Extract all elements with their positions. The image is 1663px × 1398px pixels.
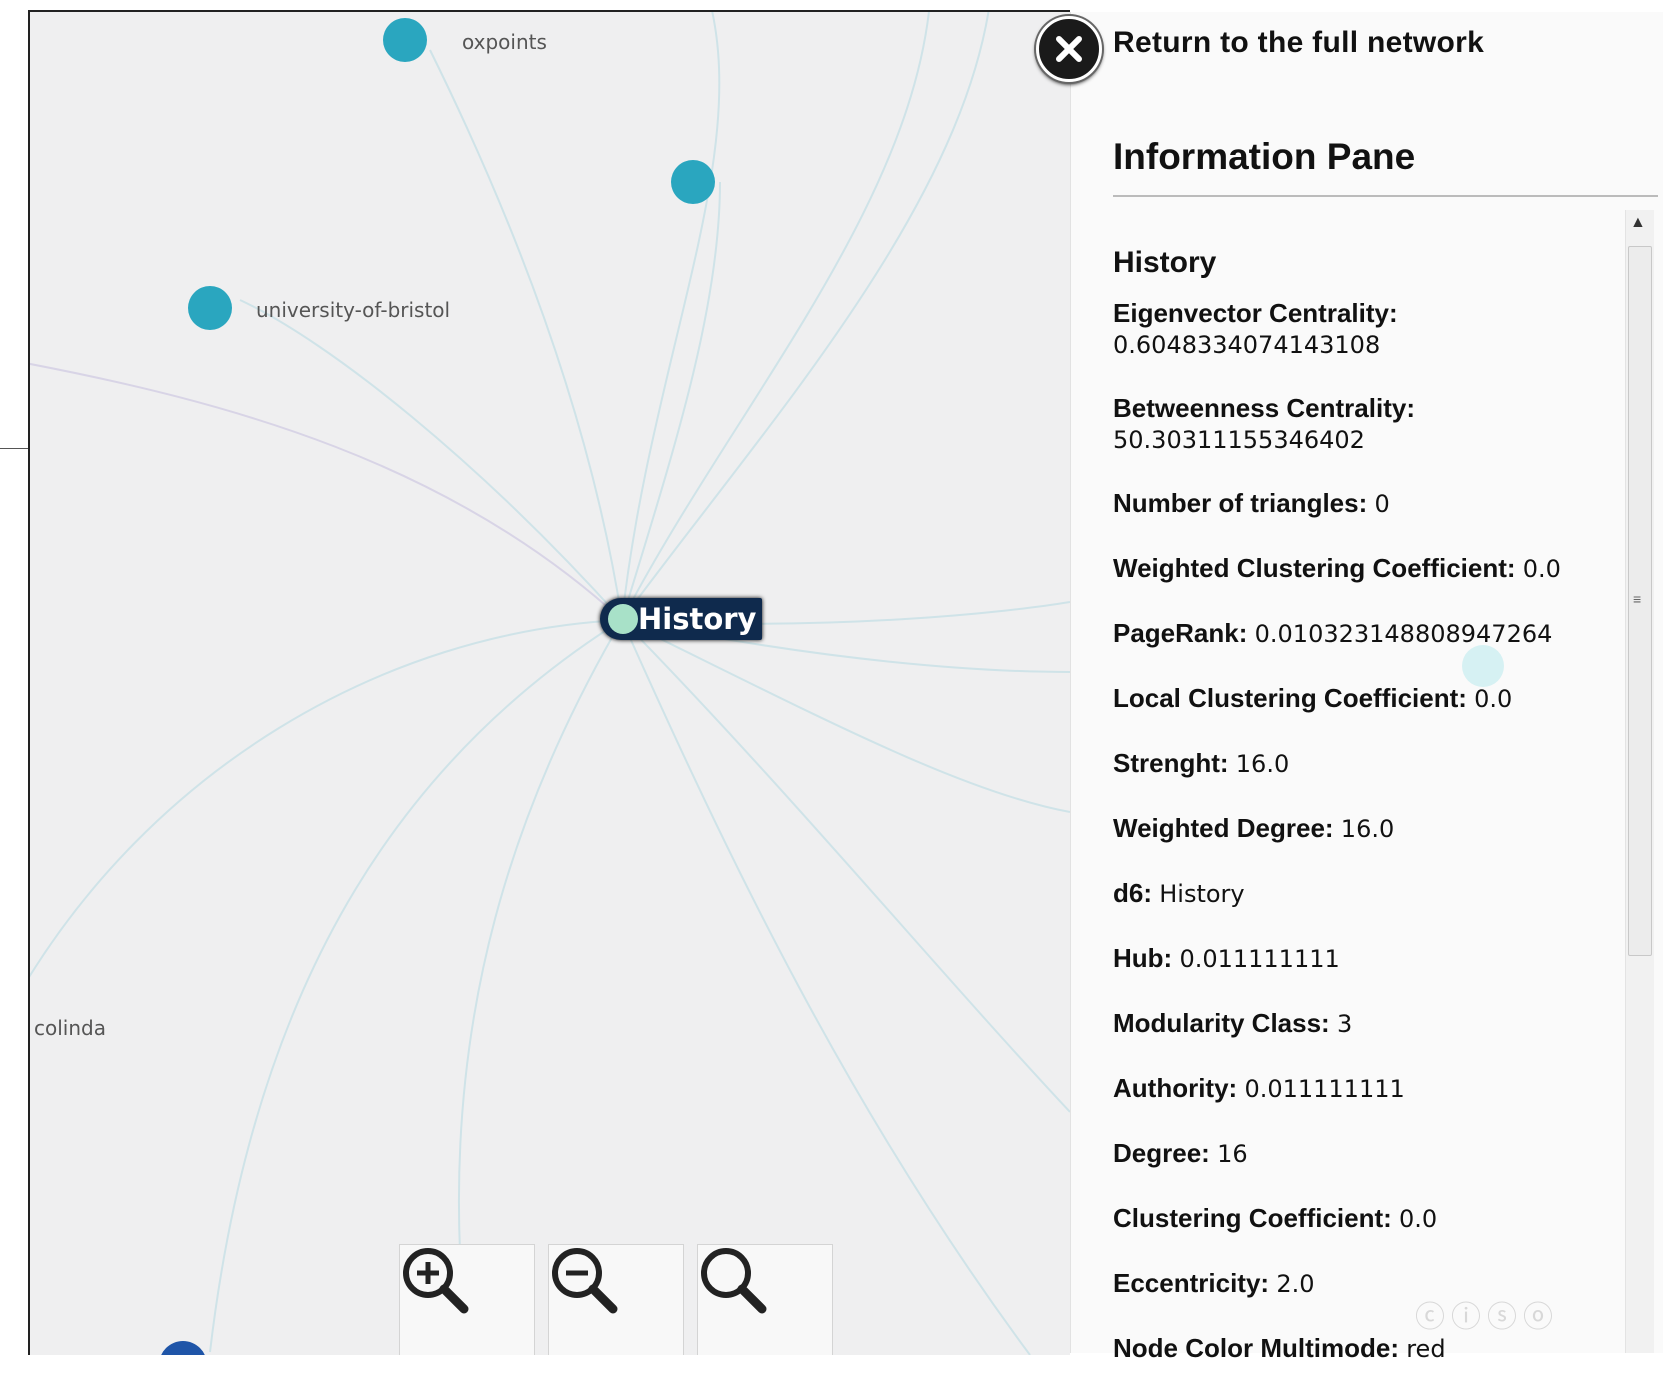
attribute-key: Clustering Coefficient:	[1113, 1203, 1392, 1233]
attribute-value: 16	[1217, 1140, 1248, 1168]
zoom-in-icon	[403, 1248, 469, 1314]
close-icon	[1056, 36, 1082, 62]
close-button[interactable]	[1036, 16, 1102, 82]
attribute-row: Modularity Class: 3	[1113, 1008, 1613, 1073]
zoom-reset-icon	[701, 1248, 767, 1314]
node-label-oxpoints: oxpoints	[462, 30, 547, 54]
attribute-row: PageRank: 0.010323148808947264	[1113, 618, 1613, 683]
node-label-university-of-bristol: university-of-bristol	[256, 298, 451, 322]
scrollbar-grip-icon: ≡	[1633, 591, 1642, 607]
edge	[30, 619, 623, 978]
attribute-key: Number of triangles:	[1113, 488, 1368, 518]
graph-node-oxpoints[interactable]	[383, 18, 427, 62]
focus-node[interactable]	[608, 604, 638, 634]
attribute-key: Local Clustering Coefficient:	[1113, 683, 1467, 713]
attribute-value: 0.6048334074143108	[1113, 331, 1381, 359]
graph-edges	[30, 12, 1070, 1355]
attribute-key: Strenght:	[1113, 748, 1229, 778]
edge	[30, 362, 623, 621]
attribute-row: Degree: 16	[1113, 1138, 1613, 1203]
cc-license-icon: ⓒⓘⓢⓞ	[1415, 1300, 1559, 1335]
node-attribute-list: History Eigenvector Centrality: 0.604833…	[1113, 246, 1613, 1398]
background-page	[0, 0, 30, 1353]
background-divider	[0, 448, 30, 449]
attribute-key: Node Color Multimode:	[1113, 1333, 1399, 1363]
attribute-row: d6: History	[1113, 878, 1613, 943]
attribute-row: Node Color Multimode: red	[1113, 1333, 1613, 1398]
zoom-reset-button[interactable]	[697, 1244, 833, 1355]
attribute-value: 16.0	[1235, 750, 1290, 778]
attribute-value: 0.0	[1474, 685, 1513, 713]
attribute-row: Weighted Clustering Coefficient: 0.0	[1113, 553, 1613, 618]
attribute-row: Hub: 0.011111111	[1113, 943, 1613, 1008]
attribute-key: Hub:	[1113, 943, 1173, 973]
attribute-value: 0.010323148808947264	[1254, 620, 1553, 648]
attribute-key: Weighted Degree:	[1113, 813, 1334, 843]
attribute-row: Authority: 0.011111111	[1113, 1073, 1613, 1138]
edge	[429, 49, 623, 621]
pane-title: Information Pane	[1113, 136, 1416, 177]
edge	[457, 619, 623, 1253]
attribute-value: 0.011111111	[1179, 945, 1340, 973]
zoom-in-button[interactable]	[399, 1244, 535, 1355]
attribute-key: Modularity Class:	[1113, 1008, 1330, 1038]
attribute-value: 2.0	[1276, 1270, 1315, 1298]
attribute-key: Degree:	[1113, 1138, 1210, 1168]
network-graph-canvas[interactable]: oxpoints university-of-bristol colinda H…	[28, 10, 1070, 1355]
edge	[621, 619, 1070, 813]
attribute-row: Weighted Degree: 16.0	[1113, 813, 1613, 878]
node-label-colinda: colinda	[34, 1016, 106, 1040]
scroll-up-arrow[interactable]: ▲	[1630, 214, 1646, 232]
return-to-network-link[interactable]: Return to the full network	[1113, 26, 1484, 60]
attribute-key: d6:	[1113, 878, 1152, 908]
attribute-value: red	[1406, 1335, 1446, 1363]
attribute-value: 0	[1374, 490, 1390, 518]
attribute-value: 50.30311155346402	[1113, 426, 1365, 454]
attribute-value: 3	[1336, 1010, 1353, 1038]
edge	[621, 619, 1070, 1113]
attribute-value: 0.011111111	[1244, 1075, 1405, 1103]
edge	[209, 619, 623, 1353]
attribute-key: Eccentricity:	[1113, 1268, 1270, 1298]
attribute-value: History	[1159, 880, 1245, 908]
edge	[621, 12, 930, 621]
attribute-value: 0.0	[1522, 555, 1561, 583]
graph-node-university-of-bristol[interactable]	[188, 286, 232, 330]
attribute-value: 16.0	[1340, 815, 1395, 843]
graph-node[interactable]	[671, 160, 715, 204]
zoom-out-icon	[552, 1248, 618, 1314]
attribute-row: Clustering Coefficient: 0.0	[1113, 1203, 1613, 1268]
attribute-key: Weighted Clustering Coefficient:	[1113, 553, 1516, 583]
attribute-key: Authority:	[1113, 1073, 1238, 1103]
zoom-out-button[interactable]	[548, 1244, 684, 1355]
attribute-row: Strenght: 16.0	[1113, 748, 1613, 813]
attribute-row: Number of triangles: 0	[1113, 488, 1613, 553]
attribute-key: Betweenness Centrality:	[1113, 393, 1415, 423]
pane-divider	[1113, 195, 1658, 197]
attribute-key: Eigenvector Centrality:	[1113, 298, 1398, 328]
attribute-key: PageRank:	[1113, 618, 1248, 648]
attribute-row: Local Clustering Coefficient: 0.0	[1113, 683, 1613, 748]
attribute-value: 0.0	[1399, 1205, 1438, 1233]
node-name: History	[1113, 246, 1217, 279]
attribute-row: Eigenvector Centrality: 0.60483340741431…	[1113, 298, 1613, 359]
attribute-row: Betweenness Centrality: 50.3031115534640…	[1113, 393, 1613, 454]
